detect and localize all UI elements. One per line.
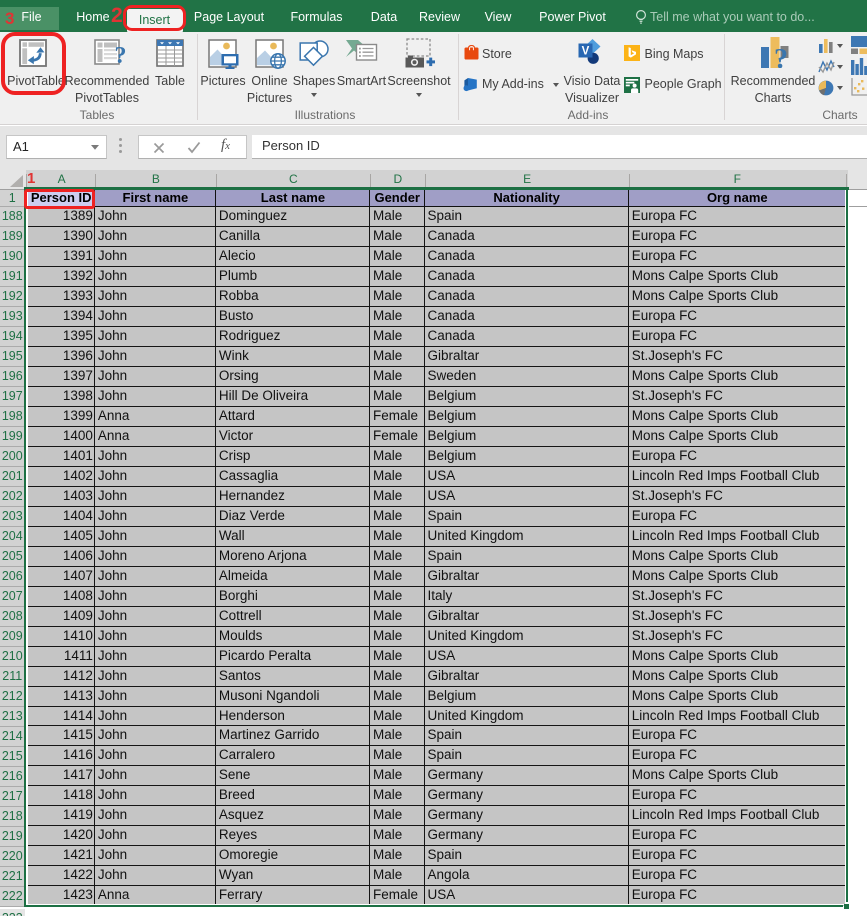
svg-text:V: V (581, 46, 589, 58)
svg-text:?: ? (774, 44, 788, 68)
svg-text:?: ? (115, 43, 127, 67)
